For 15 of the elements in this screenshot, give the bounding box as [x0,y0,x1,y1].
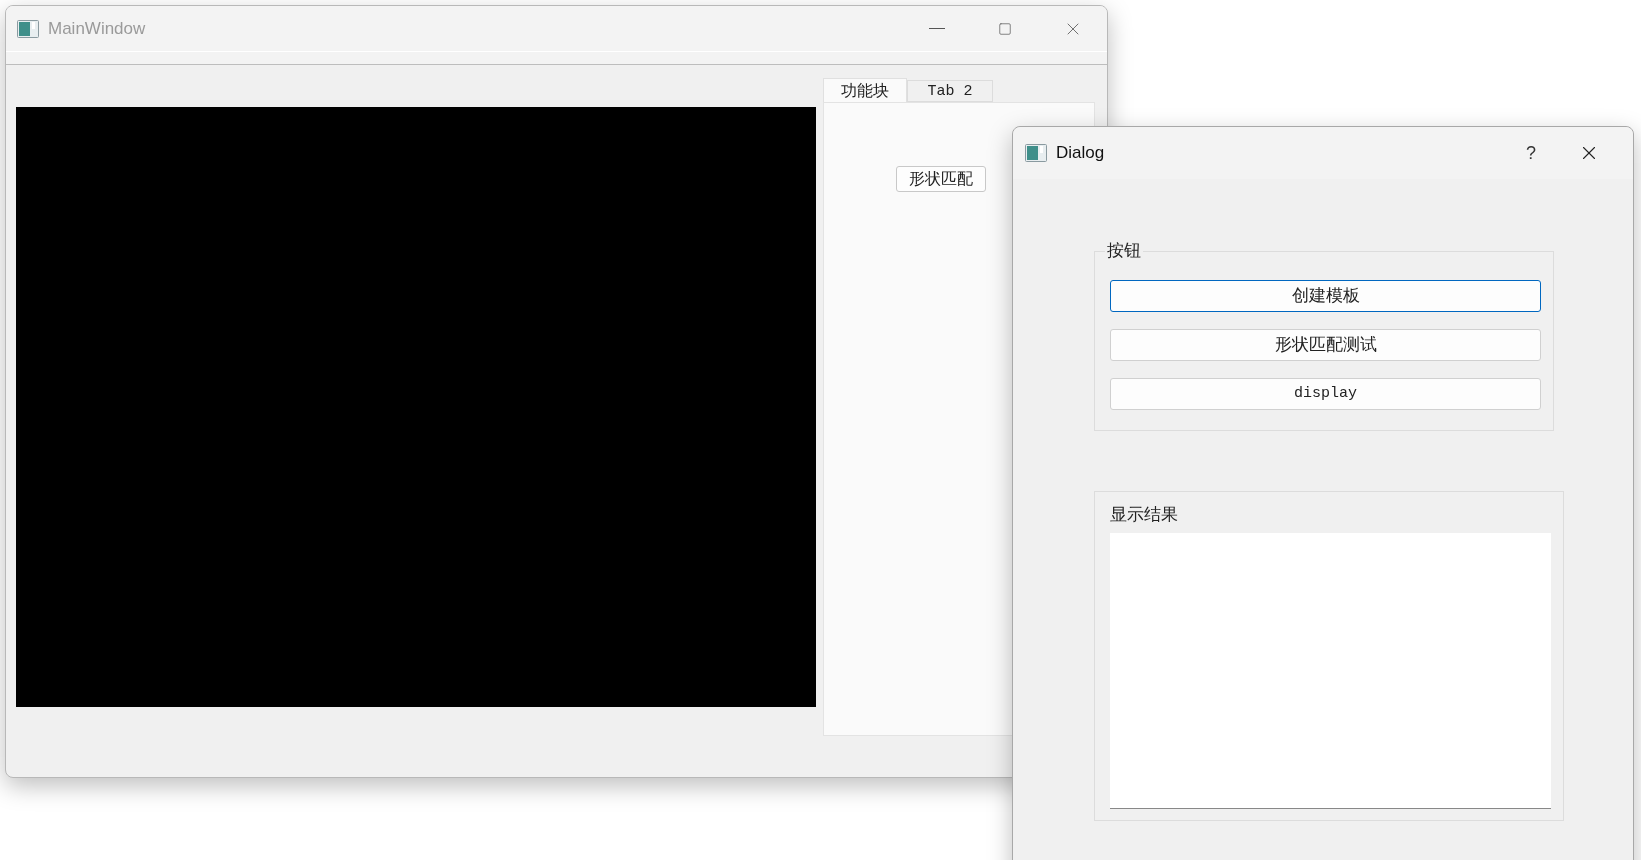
window-title: MainWindow [48,17,146,40]
dialog-button[interactable]: 创建模板 [1110,280,1541,312]
app-icon [1025,144,1047,162]
tab[interactable]: 功能块 [823,78,907,102]
dialog-button[interactable]: 形状匹配测试 [1110,329,1541,361]
window-title: Dialog [1056,142,1105,165]
minimize-icon [929,28,945,29]
tab[interactable]: Tab 2 [907,80,993,102]
maximize-icon [998,21,1012,36]
result-text-area[interactable] [1110,533,1551,809]
help-button[interactable]: ? [1506,133,1556,173]
shape-match-button[interactable]: 形状匹配 [896,166,986,192]
group-title: 显示结果 [1110,504,1179,526]
dialog-button[interactable]: display [1110,378,1541,410]
app-icon [17,19,39,38]
